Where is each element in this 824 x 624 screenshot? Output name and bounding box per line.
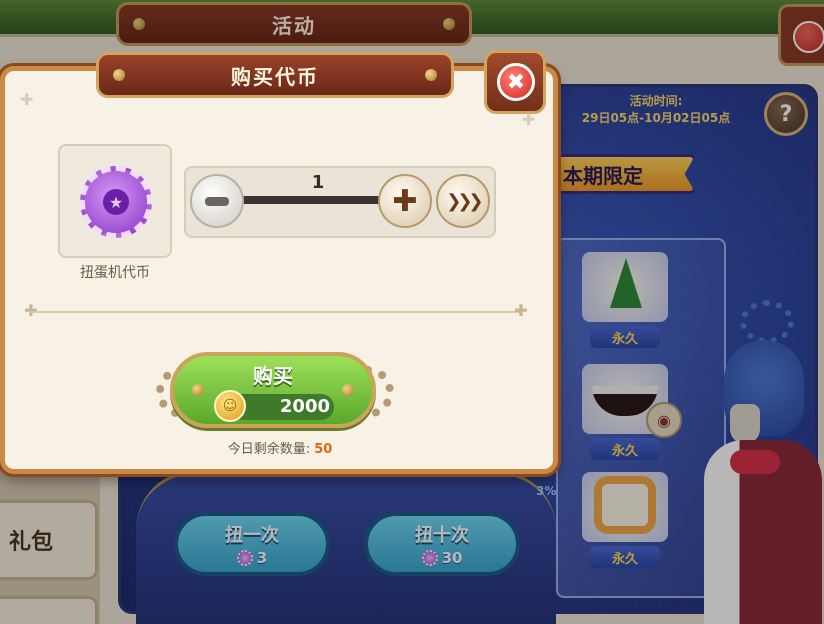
remaining-value: 50 [314, 442, 333, 457]
remaining-quantity: 今日剩余数量: 50 [200, 438, 360, 457]
dialog-title-bar: 购买代币 [96, 52, 454, 98]
dialog-title: 购买代币 [231, 64, 319, 89]
divider-ornament-icon: ✚ [514, 301, 528, 320]
sparkle-icon: ✚ [20, 90, 34, 109]
minus-icon [205, 196, 229, 206]
sparkle-icon: ✚ [522, 110, 536, 129]
price-value: 2000 [279, 396, 330, 417]
quantity-slider[interactable] [234, 196, 388, 204]
rivet-icon [113, 69, 125, 81]
gacha-token-icon: ★ [80, 166, 152, 238]
buy-button[interactable]: 购买 ☺ 2000 [170, 352, 376, 428]
divider [30, 311, 520, 313]
fast-forward-icon: ❯❯❯ [446, 190, 483, 212]
buy-label: 购买 [253, 364, 293, 388]
quantity-value: 1 [311, 172, 325, 193]
remaining-label: 今日剩余数量: [227, 442, 311, 457]
close-icon: ✖ [497, 63, 535, 101]
item-name: 扭蛋机代币 [80, 265, 150, 281]
increase-button[interactable]: ✚ [378, 174, 432, 228]
decrease-button[interactable] [190, 174, 244, 228]
dialog-close-button[interactable]: ✖ [484, 50, 546, 114]
max-quantity-button[interactable]: ❯❯❯ [436, 174, 490, 228]
plus-icon: ✚ [392, 183, 418, 219]
star-icon: ★ [103, 189, 129, 215]
rivet-icon [425, 69, 437, 81]
item-frame: ★ [58, 144, 172, 258]
